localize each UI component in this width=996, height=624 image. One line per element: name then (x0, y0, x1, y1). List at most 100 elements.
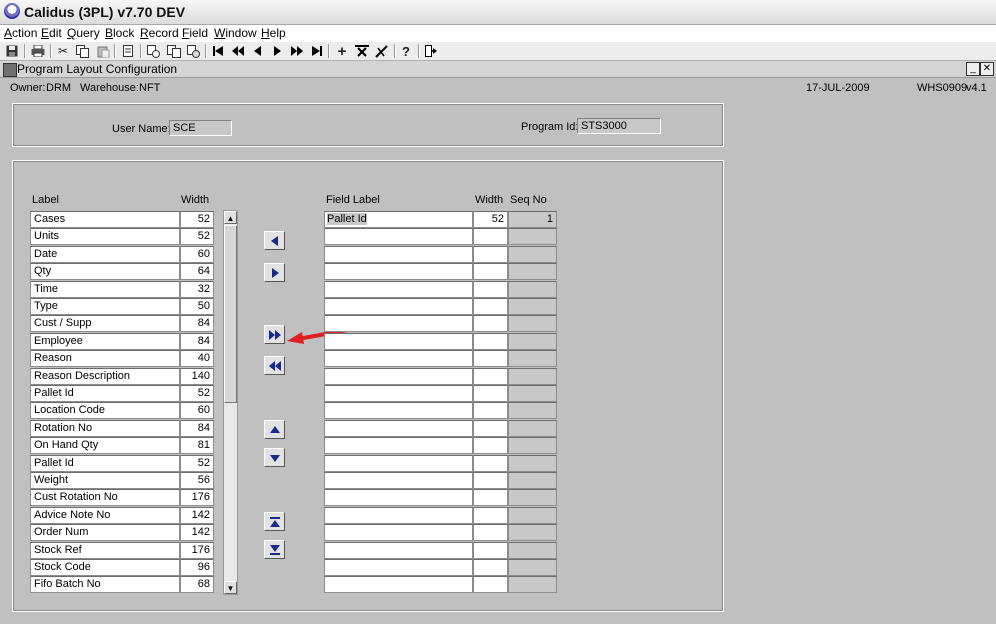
selected-field-row[interactable] (324, 281, 557, 298)
selected-field-row[interactable] (324, 559, 557, 576)
selected-field-row[interactable] (324, 385, 557, 402)
selected-field-label[interactable] (324, 437, 473, 454)
selected-field-label[interactable] (324, 402, 473, 419)
available-field-label[interactable]: Stock Ref (30, 542, 180, 559)
available-field-label[interactable]: Time (30, 281, 180, 298)
selected-field-row[interactable] (324, 524, 557, 541)
available-field-width[interactable]: 52 (180, 211, 214, 228)
selected-field-label[interactable] (324, 489, 473, 506)
menu-help[interactable]: Help (261, 26, 286, 40)
previous-record-icon[interactable] (250, 43, 266, 59)
available-field-label[interactable]: Advice Note No (30, 507, 180, 524)
available-field-row[interactable]: Rotation No 84 (30, 420, 214, 437)
selected-field-label[interactable] (324, 350, 473, 367)
next-record-icon[interactable] (269, 43, 285, 59)
minimize-icon[interactable]: _ (966, 62, 980, 76)
move-all-left-button[interactable] (264, 356, 285, 375)
selected-field-row[interactable] (324, 455, 557, 472)
available-field-width[interactable]: 96 (180, 559, 214, 576)
selected-field-label[interactable] (324, 333, 473, 350)
selected-field-width[interactable] (473, 524, 508, 541)
available-field-label[interactable]: Cust / Supp (30, 315, 180, 332)
available-field-row[interactable]: Fifo Batch No 68 (30, 576, 214, 593)
available-field-width[interactable]: 60 (180, 402, 214, 419)
copy-record-icon[interactable] (166, 43, 182, 59)
selected-field-width[interactable]: 52 (473, 211, 508, 228)
selected-field-width[interactable] (473, 281, 508, 298)
available-field-row[interactable]: Advice Note No 142 (30, 507, 214, 524)
move-down-button[interactable] (264, 448, 285, 467)
available-field-width[interactable]: 176 (180, 489, 214, 506)
selected-field-label[interactable] (324, 472, 473, 489)
available-field-row[interactable]: Location Code 60 (30, 402, 214, 419)
selected-field-label[interactable] (324, 420, 473, 437)
selected-field-label[interactable] (324, 542, 473, 559)
selected-field-width[interactable] (473, 298, 508, 315)
selected-field-label[interactable] (324, 524, 473, 541)
clear-icon[interactable] (120, 43, 136, 59)
available-field-width[interactable]: 81 (180, 437, 214, 454)
paste-icon[interactable] (95, 43, 111, 59)
menu-action[interactable]: Action (4, 26, 37, 40)
move-all-right-button[interactable] (264, 325, 285, 344)
available-fields-scrollbar[interactable]: ▲ ▼ (223, 210, 238, 595)
move-top-button[interactable] (264, 512, 285, 531)
available-field-width[interactable]: 84 (180, 333, 214, 350)
selected-field-width[interactable] (473, 368, 508, 385)
selected-field-row[interactable] (324, 472, 557, 489)
selected-field-label[interactable] (324, 385, 473, 402)
cut-icon[interactable]: ✂ (55, 43, 71, 59)
available-field-row[interactable]: Employee 84 (30, 333, 214, 350)
selected-field-width[interactable] (473, 576, 508, 593)
move-bottom-button[interactable] (264, 540, 285, 559)
selected-field-row[interactable] (324, 368, 557, 385)
selected-field-width[interactable] (473, 559, 508, 576)
available-field-width[interactable]: 68 (180, 576, 214, 593)
exit-icon[interactable] (424, 43, 440, 59)
selected-field-row[interactable] (324, 576, 557, 593)
selected-field-width[interactable] (473, 542, 508, 559)
selected-field-row[interactable] (324, 420, 557, 437)
selected-field-label[interactable] (324, 281, 473, 298)
available-field-row[interactable]: Reason 40 (30, 350, 214, 367)
selected-field-label[interactable] (324, 263, 473, 280)
print-icon[interactable] (30, 43, 46, 59)
menu-edit[interactable]: Edit (41, 26, 62, 40)
available-field-label[interactable]: Cases (30, 211, 180, 228)
insert-record-icon[interactable]: + (334, 43, 350, 60)
available-field-width[interactable]: 142 (180, 524, 214, 541)
selected-field-label[interactable] (324, 298, 473, 315)
selected-field-width[interactable] (473, 385, 508, 402)
selected-field-row[interactable] (324, 333, 557, 350)
selected-field-width[interactable] (473, 420, 508, 437)
selected-field-row[interactable] (324, 263, 557, 280)
selected-field-row[interactable] (324, 489, 557, 506)
available-field-label[interactable]: Weight (30, 472, 180, 489)
move-left-button[interactable] (264, 231, 285, 250)
selected-field-label[interactable]: Pallet Id (324, 211, 473, 228)
available-field-row[interactable]: On Hand Qty 81 (30, 437, 214, 454)
delete-record-icon[interactable] (354, 43, 370, 59)
available-field-row[interactable]: Pallet Id 52 (30, 385, 214, 402)
menu-block[interactable]: Block (105, 26, 134, 40)
selected-field-label[interactable] (324, 368, 473, 385)
close-icon[interactable]: ✕ (980, 62, 994, 76)
paste-record-icon[interactable] (186, 43, 202, 59)
available-field-label[interactable]: Units (30, 228, 180, 245)
selected-field-label[interactable] (324, 559, 473, 576)
move-up-button[interactable] (264, 420, 285, 439)
help-icon[interactable]: ? (398, 43, 414, 59)
available-field-row[interactable]: Weight 56 (30, 472, 214, 489)
available-field-label[interactable]: Pallet Id (30, 455, 180, 472)
selected-field-width[interactable] (473, 315, 508, 332)
selected-field-width[interactable] (473, 437, 508, 454)
menu-record[interactable]: Record (140, 26, 179, 40)
menu-window[interactable]: Window (214, 26, 257, 40)
available-field-label[interactable]: Cust Rotation No (30, 489, 180, 506)
selected-field-width[interactable] (473, 489, 508, 506)
available-field-label[interactable]: On Hand Qty (30, 437, 180, 454)
selected-field-row[interactable] (324, 402, 557, 419)
available-field-width[interactable]: 32 (180, 281, 214, 298)
available-field-label[interactable]: Reason Description (30, 368, 180, 385)
available-field-width[interactable]: 60 (180, 246, 214, 263)
